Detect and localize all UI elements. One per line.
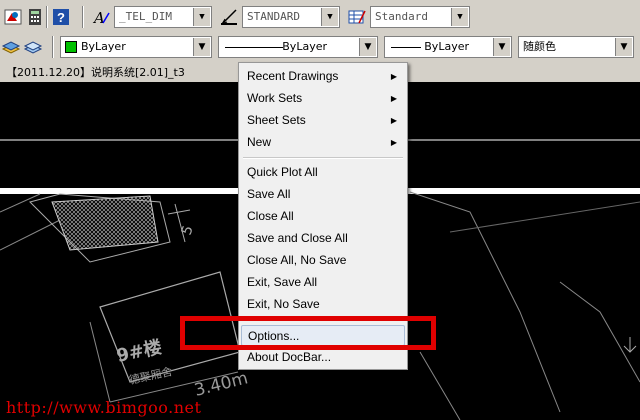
drawing-line: [419, 351, 461, 420]
hatched-area: [51, 195, 159, 251]
menu-item-work-sets[interactable]: Work Sets ▶: [241, 88, 405, 109]
linetype-value: ByLayer: [282, 40, 327, 53]
submenu-arrow-icon: ▶: [390, 138, 397, 147]
drawing-line: [559, 281, 640, 383]
color-value: 随颜色: [523, 40, 556, 53]
chevron-down-icon[interactable]: ▼: [493, 38, 510, 56]
menu-item-save-all[interactable]: Save All: [241, 184, 405, 205]
drawing-line: [449, 201, 640, 233]
linetype-preview: [225, 47, 283, 48]
svg-text:A: A: [92, 9, 105, 27]
menu-item-close-all-no-save[interactable]: Close All, No Save: [241, 250, 405, 271]
menu-item-close-all[interactable]: Close All: [241, 206, 405, 227]
lineweight-select[interactable]: ByLayer ▼: [384, 36, 512, 58]
lineweight-preview: [391, 47, 421, 48]
menu-item-exit-save-all[interactable]: Exit, Save All: [241, 272, 405, 293]
highlight-annotation-box: [180, 316, 436, 350]
submenu-arrow-icon: ▶: [390, 94, 397, 103]
chevron-down-icon[interactable]: ▼: [359, 38, 376, 56]
drawing-line: [409, 191, 561, 413]
table-style-value: Standard: [375, 10, 428, 23]
toolbar-row-styles: ? A _TEL_DIM ▼ STANDARD ▼ Standard ▼: [0, 2, 640, 32]
menu-item-recent-drawings[interactable]: Recent Drawings ▶: [241, 66, 405, 87]
dimension-mark: [167, 203, 191, 243]
toolbar: ? A _TEL_DIM ▼ STANDARD ▼ Standard ▼ ByL…: [0, 0, 640, 63]
elevation-label: 3.40m: [192, 368, 250, 401]
layer-states-icon[interactable]: [0, 36, 22, 58]
chevron-down-icon[interactable]: ▼: [321, 8, 338, 26]
building-label: 9#楼: [114, 336, 163, 367]
table-style-select[interactable]: Standard ▼: [370, 6, 470, 28]
chevron-down-icon[interactable]: ▼: [193, 38, 210, 56]
building-sublabel: 德聚厢舍: [128, 364, 174, 387]
toolbar-separator: [82, 6, 84, 28]
chevron-down-icon[interactable]: ▼: [451, 8, 468, 26]
chevron-down-icon[interactable]: ▼: [193, 8, 210, 26]
drawing-line: [0, 219, 61, 251]
cad-icon[interactable]: [2, 6, 24, 28]
dimension-style-value: STANDARD: [247, 10, 300, 23]
layer-value: ByLayer: [81, 40, 126, 53]
toolbar-separator: [52, 36, 54, 58]
menu-item-quick-plot-all[interactable]: Quick Plot All: [241, 162, 405, 183]
arrow-down-icon: [623, 337, 637, 353]
text-style-icon[interactable]: A: [90, 6, 112, 28]
menu-item-about-docbar[interactable]: About DocBar...: [241, 347, 405, 368]
linetype-select[interactable]: ByLayer ▼: [218, 36, 378, 58]
text-style-value: _TEL_DIM: [119, 10, 172, 23]
chevron-down-icon[interactable]: ▼: [615, 38, 632, 56]
dimension-style-icon[interactable]: [218, 6, 240, 28]
menu-item-new[interactable]: New ▶: [241, 132, 405, 153]
watermark-url: http://www.bimgoo.net: [6, 398, 202, 417]
menu-item-sheet-sets[interactable]: Sheet Sets ▶: [241, 110, 405, 131]
layer-select[interactable]: ByLayer ▼: [60, 36, 212, 58]
color-select[interactable]: 随颜色 ▼: [518, 36, 634, 58]
calculator-icon[interactable]: [24, 6, 46, 28]
table-style-icon[interactable]: [346, 6, 368, 28]
text-style-select[interactable]: _TEL_DIM ▼: [114, 6, 212, 28]
toolbar-separator: [46, 6, 48, 28]
drawing-line: [0, 193, 41, 213]
toolbar-row-properties: ByLayer ▼ ByLayer ▼ ByLayer ▼ 随颜色 ▼: [0, 32, 640, 62]
submenu-arrow-icon: ▶: [390, 72, 397, 81]
layer-previous-icon[interactable]: [22, 36, 44, 58]
dimension-text: 5: [179, 224, 197, 238]
menu-item-exit-no-save[interactable]: Exit, No Save: [241, 294, 405, 315]
document-tab[interactable]: 【2011.12.20】说明系统[2.01]_t3: [0, 64, 191, 82]
layer-color-swatch: [65, 41, 77, 53]
dimension-style-select[interactable]: STANDARD ▼: [242, 6, 340, 28]
submenu-arrow-icon: ▶: [390, 116, 397, 125]
help-icon[interactable]: ?: [50, 6, 72, 28]
menu-separator: [243, 157, 403, 159]
lineweight-value: ByLayer: [424, 40, 469, 53]
svg-text:?: ?: [57, 10, 65, 25]
menu-item-save-and-close-all[interactable]: Save and Close All: [241, 228, 405, 249]
